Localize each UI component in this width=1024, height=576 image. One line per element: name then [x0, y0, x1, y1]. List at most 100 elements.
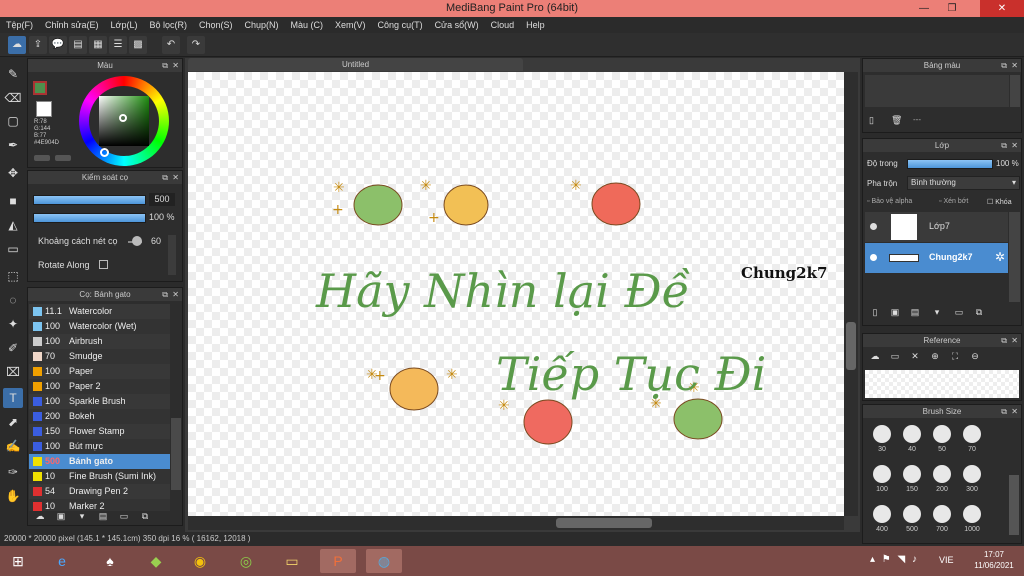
new-8bit-layer-icon[interactable]: ▤ [907, 307, 923, 321]
open-folder-icon[interactable]: ▭ [887, 351, 903, 365]
brush-size-value[interactable]: 500 [149, 193, 175, 206]
visibility-icon[interactable] [870, 254, 877, 261]
hue-marker[interactable] [100, 148, 109, 157]
brush-list-item[interactable]: 54 Drawing Pen 2 [29, 484, 170, 499]
palette-swatches[interactable] [865, 75, 1009, 107]
layer-folder-icon[interactable]: ▭ [951, 307, 967, 321]
protect-alpha-checkbox[interactable]: ▫ Bảo vệ alpha [867, 198, 912, 205]
add-layer-dropdown-icon[interactable]: ▾ [927, 307, 947, 321]
brush-control-scrollbar[interactable] [168, 235, 176, 275]
cloud-icon[interactable]: ☁ [8, 36, 26, 54]
dropper-tool-icon[interactable]: ✍ [3, 436, 23, 456]
page-icon[interactable]: ▦ [89, 36, 107, 54]
close-icon[interactable]: ✕ [1011, 334, 1018, 347]
color-mode-button[interactable] [34, 155, 50, 161]
medibang-taskbar-icon[interactable]: ◍ [366, 549, 402, 573]
redo-icon[interactable]: ↷ [187, 36, 205, 54]
brush-size-scrollbar[interactable] [1009, 475, 1019, 535]
brush-size-preset[interactable]: 300 [957, 461, 987, 501]
visibility-icon[interactable] [870, 223, 877, 230]
brush-size-preset[interactable]: 1000 [957, 501, 987, 541]
menu-view[interactable]: Xem(V) [329, 17, 372, 33]
menu-layer[interactable]: Lớp(L) [105, 17, 144, 33]
canvas-horizontal-scrollbar[interactable] [188, 516, 844, 530]
brush-list-item[interactable]: 10 Fine Brush (Sumi Ink) [29, 469, 170, 484]
brush-list-scrollbar[interactable] [171, 418, 181, 490]
language-indicator[interactable]: VIE [939, 555, 954, 565]
undock-icon[interactable]: ⧉ [1001, 59, 1007, 72]
document-tab[interactable]: Untitled [188, 58, 523, 71]
menu-window[interactable]: Cửa sổ(W) [429, 17, 485, 33]
layer-scrollbar[interactable] [1009, 212, 1020, 302]
folder-icon[interactable]: ▭ [116, 511, 132, 525]
fill-rect-icon[interactable]: ■ [3, 191, 23, 211]
brush-list-item[interactable]: 10 Marker 2 [29, 499, 170, 511]
brush-size-preset[interactable]: 700 [927, 501, 957, 541]
brush-size-slider[interactable] [33, 195, 146, 205]
menu-tools[interactable]: Công cụ(T) [372, 17, 429, 33]
powerpoint-icon[interactable]: P [320, 549, 356, 573]
grid-icon[interactable]: ▩ [129, 36, 147, 54]
lasso-tool-icon[interactable]: ◌ [3, 290, 23, 310]
menu-color[interactable]: Màu (C) [285, 17, 330, 33]
brush-list-item[interactable]: 100 Sparkle Brush [29, 394, 170, 409]
eyedropper-icon[interactable]: ✑ [3, 462, 23, 482]
menu-cloud[interactable]: Cloud [485, 17, 521, 33]
bucket-tool-icon[interactable]: ◭ [3, 215, 23, 235]
layer-opacity-slider[interactable] [907, 159, 993, 169]
reference-view[interactable] [865, 370, 1019, 398]
move-tool-icon[interactable]: ✥ [3, 163, 23, 183]
undock-icon[interactable]: ⧉ [162, 171, 168, 184]
undock-icon[interactable]: ⧉ [162, 288, 168, 301]
brush-list-item[interactable]: 200 Bokeh [29, 409, 170, 424]
brush-size-preset[interactable]: 30 [867, 421, 897, 461]
eraser-tool-icon[interactable]: ⌫ [3, 88, 23, 108]
menu-help[interactable]: Help [520, 17, 551, 33]
duplicate-layer-icon[interactable]: ⧉ [971, 307, 987, 321]
menu-select[interactable]: Chọn(S) [193, 17, 239, 33]
brush-size-preset[interactable]: 150 [897, 461, 927, 501]
blend-mode-select[interactable]: Bình thường ▾ [907, 176, 1020, 190]
undock-icon[interactable]: ⧉ [1001, 139, 1007, 152]
internet-explorer-icon[interactable]: e [44, 549, 80, 573]
brush-size-preset[interactable]: 50 [927, 421, 957, 461]
menu-filter[interactable]: Bộ lọc(R) [143, 17, 193, 33]
magic-wand-icon[interactable]: ✦ [3, 314, 23, 334]
close-icon[interactable]: ✕ [980, 0, 1024, 17]
solitaire-icon[interactable]: ♠ [92, 549, 128, 573]
share-icon[interactable]: ⇪ [29, 36, 47, 54]
close-icon[interactable]: ✕ [1011, 139, 1018, 152]
fit-icon[interactable]: ⛶ [947, 351, 963, 365]
app-icon[interactable]: ◎ [228, 549, 264, 573]
clip-checkbox[interactable]: ▫ Xén bớt [939, 198, 968, 205]
brush-list-item[interactable]: 100 Paper 2 [29, 379, 170, 394]
color-picker-marker[interactable] [119, 114, 127, 122]
rect-tool-icon[interactable]: ▢ [3, 111, 23, 131]
brush-opacity-slider[interactable] [33, 213, 146, 223]
operation-tool-icon[interactable]: ⬈ [3, 412, 23, 432]
chrome-icon[interactable]: ◉ [182, 549, 218, 573]
select-eraser-icon[interactable]: ⌧ [3, 362, 23, 382]
undock-icon[interactable]: ⧉ [1001, 334, 1007, 347]
close-icon[interactable]: ✕ [172, 288, 179, 301]
spacing-slider-handle[interactable] [132, 236, 142, 246]
close-reference-icon[interactable]: ✕ [907, 351, 923, 365]
add-brush-icon[interactable]: ▣ [53, 511, 69, 525]
windows-start-icon[interactable]: ⊞ [0, 549, 36, 573]
add-brush-dropdown-icon[interactable]: ▾ [74, 511, 90, 525]
brush-size-preset[interactable]: 70 [957, 421, 987, 461]
hue-ring[interactable] [79, 76, 169, 166]
brush-list-item[interactable]: 500Bánh gato✲ [29, 454, 170, 469]
brush-list-item[interactable]: 100 Airbrush [29, 334, 170, 349]
menu-snap[interactable]: Chụp(N) [239, 17, 285, 33]
brush-list-item[interactable]: 70 Smudge [29, 349, 170, 364]
comment-icon[interactable]: 💬 [49, 36, 67, 54]
maximize-icon[interactable]: ❐ [940, 0, 964, 17]
close-icon[interactable]: ✕ [1011, 59, 1018, 72]
bluestacks-icon[interactable]: ◆ [138, 549, 174, 573]
delete-palette-icon[interactable]: 🗑 [891, 115, 902, 126]
brush-list-item[interactable]: 100 Bút mực [29, 439, 170, 454]
brush-size-preset[interactable]: 100 [867, 461, 897, 501]
zoom-out-icon[interactable]: ⊖ [967, 351, 983, 365]
brush-list-item[interactable]: 100 Paper [29, 364, 170, 379]
